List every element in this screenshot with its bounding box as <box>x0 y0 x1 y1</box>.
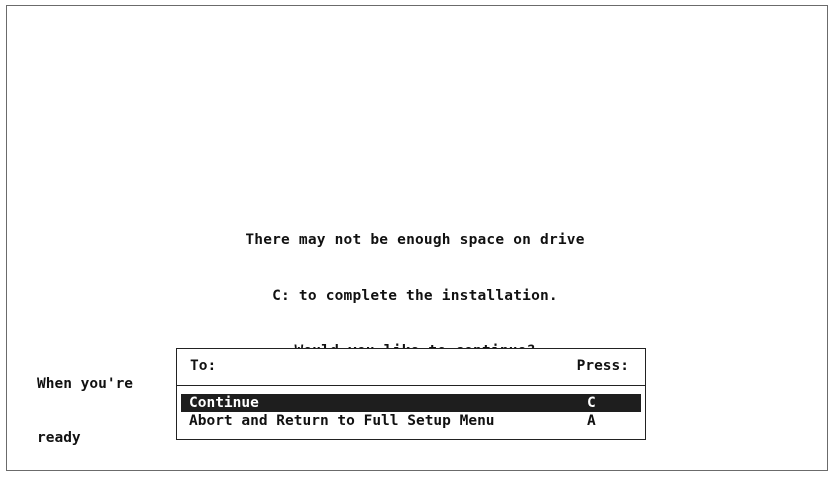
option-continue[interactable]: Continue C <box>181 394 641 412</box>
message-line-1: There may not be enough space on drive <box>245 232 585 248</box>
header-press-label: Press: <box>576 358 629 374</box>
options-header: To: Press: <box>177 349 645 386</box>
option-abort[interactable]: Abort and Return to Full Setup Menu A <box>181 412 641 430</box>
option-abort-key: A <box>587 413 596 429</box>
options-box: To: Press: Continue C Abort and Return t… <box>176 348 646 440</box>
message-line-2: C: to complete the installation. <box>272 287 558 304</box>
options-list: Continue C Abort and Return to Full Setu… <box>181 394 641 430</box>
ready-prompt-line-2: ready <box>37 430 81 446</box>
option-abort-label: Abort and Return to Full Setup Menu <box>189 413 495 429</box>
header-to-label: To: <box>190 358 217 374</box>
option-continue-key: C <box>587 395 596 411</box>
option-continue-label: Continue <box>189 395 259 411</box>
ready-prompt: When you're ready <box>37 339 133 465</box>
ready-prompt-line-1: When you're <box>37 376 134 392</box>
